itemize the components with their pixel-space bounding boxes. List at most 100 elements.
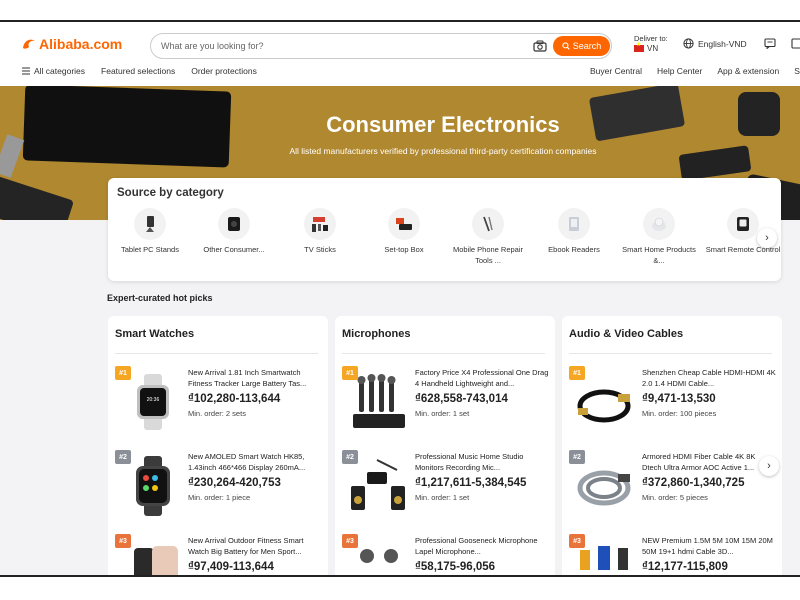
- rank-badge: #2: [569, 450, 585, 464]
- divider: [115, 353, 318, 354]
- deliver-to[interactable]: Deliver to: VN: [634, 34, 668, 54]
- nav-buyer-central[interactable]: Buyer Central: [590, 66, 642, 76]
- product-name: New Arrival Outdoor Fitness Smart Watch …: [188, 536, 304, 556]
- product-name: Shenzhen Cheap Cable HDMI-HDMI 4K 2.0 1.…: [642, 368, 776, 388]
- search-icon: [562, 42, 570, 50]
- product-price: ₫628,558-743,014: [415, 393, 508, 405]
- nav-app-extension[interactable]: App & extension: [717, 66, 779, 76]
- globe-icon: [683, 38, 694, 49]
- hot-pick-card-microphones: Microphones #1 Factory Price X4 Professi…: [335, 316, 555, 586]
- message-icon[interactable]: [764, 38, 776, 49]
- product-item[interactable]: 20:36 #1 New Arrival 1.81 Inch Smartwatc…: [114, 366, 324, 446]
- search-input[interactable]: [161, 38, 501, 54]
- product-name: NEW Premium 1.5M 5M 10M 15M 20M 50M 19+1…: [642, 536, 773, 556]
- product-item[interactable]: #1 Factory Price X4 Professional One Dra…: [341, 366, 551, 446]
- category-mobile-phone-repair-tools[interactable]: Mobile Phone Repair Tools ...: [446, 208, 530, 267]
- product-min-order: Min. order: 1 set: [415, 409, 470, 418]
- smartwatch-product-image: 20:36: [137, 374, 169, 430]
- rank-badge: #3: [115, 534, 131, 548]
- rank-badge: #2: [342, 450, 358, 464]
- search-button-label: Search: [572, 41, 602, 51]
- product-name: New Arrival 1.81 Inch Smartwatch Fitness…: [188, 368, 307, 388]
- nav-label: All categories: [34, 66, 86, 76]
- product-item[interactable]: #1 Shenzhen Cheap Cable HDMI-HDMI 4K 2.0…: [568, 366, 778, 446]
- card-title[interactable]: Microphones: [342, 328, 410, 340]
- window-top-border: [0, 0, 800, 22]
- product-price: ₫58,175-96,056: [415, 561, 496, 573]
- category-label: TV Sticks: [304, 245, 336, 254]
- hdmi-cable-product-image: [577, 389, 631, 423]
- set-top-box-icon: [396, 218, 412, 230]
- nav-order-protections[interactable]: Order protections: [191, 66, 257, 76]
- vietnam-flag-icon: [634, 42, 644, 53]
- site-header: Alibaba.com Search Deliver to: VN: [0, 24, 800, 86]
- chevron-right-icon: ›: [767, 460, 771, 472]
- product-name: Armored HDMI Fiber Cable 4K 8K Dtech Ult…: [642, 452, 756, 472]
- search-bar: Search: [150, 33, 612, 59]
- category-label: Smart Home Products &...: [622, 245, 696, 266]
- menu-icon: [22, 67, 30, 75]
- nav-sell[interactable]: Se: [794, 66, 800, 76]
- language-label: English-VND: [698, 38, 747, 49]
- logo-text: Alibaba.com: [39, 36, 123, 52]
- nav-featured-selections[interactable]: Featured selections: [101, 66, 175, 76]
- smartwatch-product-image: [136, 456, 170, 516]
- nav-all-categories[interactable]: All categories: [22, 66, 85, 76]
- language-selector[interactable]: English-VND: [683, 38, 747, 49]
- alibaba-logo-icon: [23, 39, 35, 49]
- product-price: ₫230,264-420,753: [188, 477, 281, 489]
- hero-title: Consumer Electronics: [326, 112, 560, 137]
- camera-icon[interactable]: [533, 40, 547, 52]
- product-name: Professional Music Home Studio Monitors …: [415, 452, 524, 472]
- main-nav: All categories Featured selections Order…: [22, 66, 257, 76]
- category-section-title: Source by category: [117, 187, 224, 199]
- microphone-set-product-image: [353, 374, 405, 428]
- category-label: Other Consumer...: [203, 245, 265, 254]
- window-bottom-border: [0, 575, 800, 600]
- product-price: ₫12,177-115,809: [642, 561, 728, 573]
- cart-icon[interactable]: [791, 38, 800, 49]
- rank-badge: #1: [569, 366, 585, 380]
- product-price: ₫1,217,611-5,384,545: [415, 477, 527, 489]
- category-tv-sticks[interactable]: TV Sticks: [278, 208, 362, 255]
- rank-badge: #1: [342, 366, 358, 380]
- category-tablet-pc-stands[interactable]: Tablet PC Stands: [108, 208, 192, 255]
- hot-pick-card-audio-video-cables: Audio & Video Cables #1 Shenzhen Cheap C…: [562, 316, 782, 586]
- hero-subtitle: All listed manufacturers verified by pro…: [289, 146, 597, 156]
- product-item[interactable]: #2 Professional Music Home Studio Monito…: [341, 450, 551, 530]
- rank-badge: #2: [115, 450, 131, 464]
- card-title[interactable]: Audio & Video Cables: [569, 328, 683, 340]
- product-min-order: Min. order: 1 piece: [188, 493, 251, 502]
- product-name: New AMOLED Smart Watch HK85, 1.43inch 46…: [188, 452, 306, 472]
- search-button[interactable]: Search: [553, 36, 610, 56]
- deliver-country: VN: [647, 43, 659, 53]
- product-item[interactable]: #2 New AMOLED Smart Watch HK85, 1.43inch…: [114, 450, 324, 530]
- category-set-top-box[interactable]: Set-top Box: [362, 208, 446, 255]
- product-price: ₫102,280-113,644: [188, 393, 281, 405]
- alibaba-logo[interactable]: Alibaba.com: [22, 36, 122, 52]
- category-smart-home-products[interactable]: Smart Home Products &...: [617, 208, 701, 267]
- rank-badge: #1: [115, 366, 131, 380]
- category-next-arrow[interactable]: ›: [757, 228, 777, 248]
- category-ebook-readers[interactable]: Ebook Readers: [532, 208, 616, 255]
- nav-help-center[interactable]: Help Center: [657, 66, 702, 76]
- divider: [342, 353, 545, 354]
- rank-badge: #3: [569, 534, 585, 548]
- speaker-icon: [228, 217, 240, 231]
- category-label: Tablet PC Stands: [121, 245, 179, 254]
- card-title[interactable]: Smart Watches: [115, 328, 194, 340]
- studio-kit-product-image: [351, 459, 405, 510]
- hot-pick-card-smart-watches: Smart Watches 20:36 #1 New Arrival 1.81 …: [108, 316, 328, 586]
- product-name: Factory Price X4 Professional One Drag 4…: [415, 368, 549, 388]
- product-price: ₫97,409-113,644: [188, 561, 274, 573]
- divider: [569, 353, 772, 354]
- hot-picks-title: Expert-curated hot picks: [107, 293, 213, 303]
- product-price: ₫372,860-1,340,725: [642, 477, 745, 489]
- category-other-consumer[interactable]: Other Consumer...: [192, 208, 276, 255]
- hot-picks-next-arrow[interactable]: ›: [759, 456, 779, 476]
- secondary-nav: Buyer Central Help Center App & extensio…: [590, 66, 800, 76]
- remote-control-icon: [737, 217, 749, 231]
- chevron-right-icon: ›: [765, 232, 769, 244]
- product-item[interactable]: #2 Armored HDMI Fiber Cable 4K 8K Dtech …: [568, 450, 778, 530]
- product-price: ₫9,471-13,530: [642, 393, 716, 405]
